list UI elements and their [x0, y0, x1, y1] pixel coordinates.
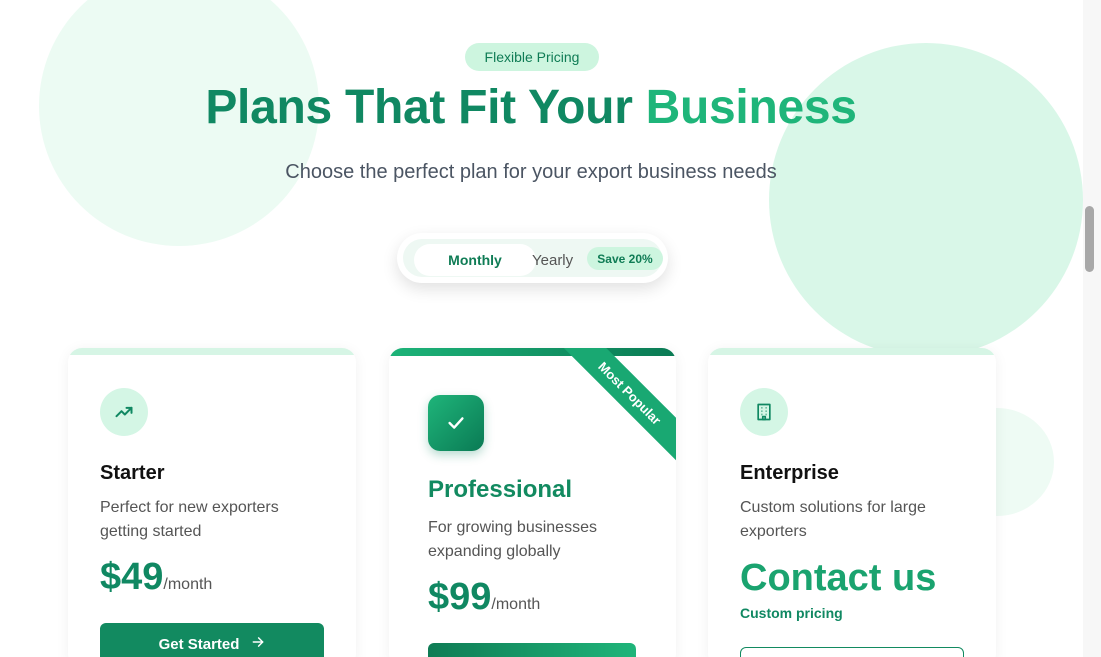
trending-up-icon	[100, 388, 148, 436]
arrow-right-icon	[251, 635, 265, 653]
plan-description: Perfect for new exporters getting starte…	[100, 499, 279, 540]
get-started-button[interactable]: Get Started	[100, 623, 324, 657]
price-row: $49 /month	[100, 556, 212, 599]
page-title: Plans That Fit Your Business	[0, 80, 1062, 135]
plan-card-professional: Most Popular Professional For growing bu…	[389, 348, 676, 657]
scrollbar-track[interactable]	[1083, 0, 1101, 657]
plan-card-enterprise: Enterprise Custom solutions for large ex…	[708, 348, 996, 657]
billing-toggle-track: Monthly Yearly Save 20%	[403, 239, 663, 277]
contact-us-price: Contact us	[740, 557, 937, 599]
custom-pricing-note: Custom pricing	[740, 605, 843, 621]
save-badge: Save 20%	[587, 247, 663, 270]
title-part-2: Business	[645, 81, 857, 134]
price-row: $99 /month	[428, 576, 540, 619]
price-period: /month	[491, 596, 541, 613]
professional-plan-button[interactable]	[428, 643, 636, 657]
plan-card-starter: Starter Perfect for new exporters gettin…	[68, 348, 356, 657]
price-period: /month	[163, 576, 213, 593]
monthly-option[interactable]: Monthly	[414, 244, 536, 276]
yearly-option[interactable]: Yearly	[532, 244, 573, 276]
flexible-pricing-badge: Flexible Pricing	[465, 43, 599, 71]
plan-name: Professional	[428, 476, 573, 503]
button-label: Get Started	[158, 635, 240, 653]
most-popular-ribbon: Most Popular	[555, 348, 676, 468]
building-icon	[740, 388, 788, 436]
contact-sales-button[interactable]	[740, 647, 964, 657]
card-accent-bar	[389, 348, 676, 356]
card-accent-bar	[68, 348, 356, 355]
plan-price: $99	[428, 576, 492, 618]
plan-name: Starter	[100, 462, 165, 484]
plan-name: Enterprise	[740, 462, 839, 484]
check-icon	[428, 395, 484, 451]
title-part-1: Plans That Fit Your	[205, 81, 646, 134]
page-subtitle: Choose the perfect plan for your export …	[285, 161, 777, 183]
scrollbar-thumb[interactable]	[1085, 206, 1094, 272]
billing-toggle: Monthly Yearly Save 20%	[397, 233, 668, 283]
plan-price: $49	[100, 556, 164, 598]
card-accent-bar	[708, 348, 996, 355]
plan-description: For growing businesses expanding globall…	[428, 519, 597, 560]
plan-description: Custom solutions for large exporters	[740, 499, 926, 540]
